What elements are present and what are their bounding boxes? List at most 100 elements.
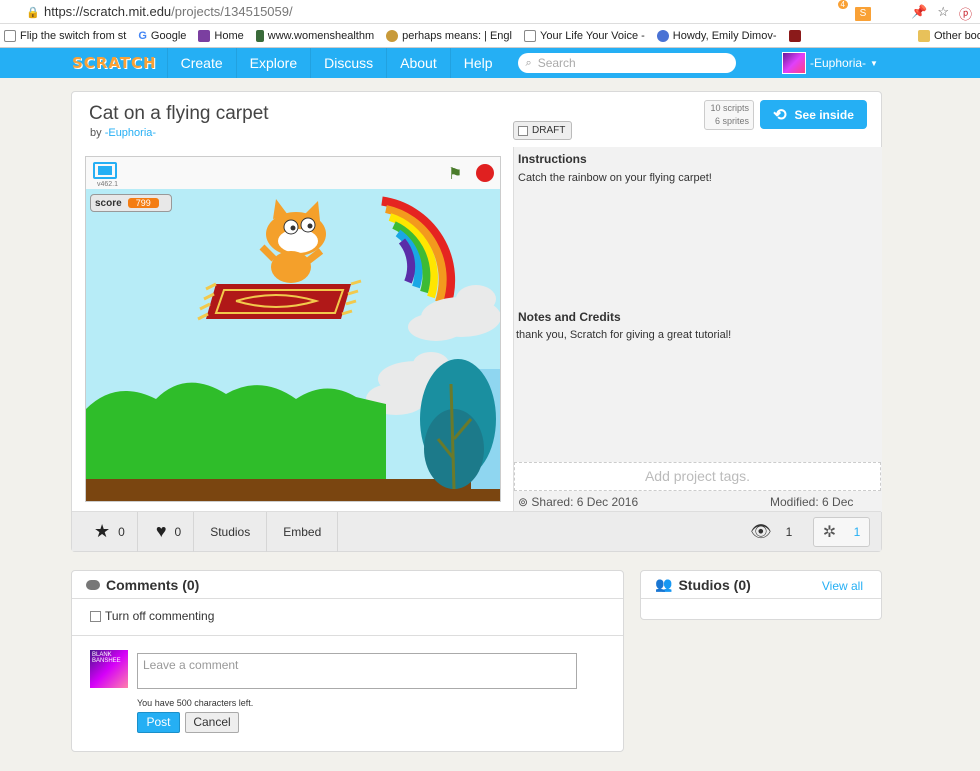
- search-icon: ⌕: [525, 56, 532, 69]
- project-player: v462.1 ⚑ score 799: [85, 156, 501, 502]
- notes-heading: Notes and Credits: [518, 310, 621, 324]
- pin-icon[interactable]: 📌: [911, 4, 927, 23]
- star-icon[interactable]: ☆: [937, 4, 949, 23]
- bookmark-item[interactable]: [788, 29, 805, 42]
- nav-create[interactable]: Create: [166, 48, 236, 78]
- remix-tree-button[interactable]: ✲ 1: [813, 517, 870, 547]
- hills: [86, 382, 386, 485]
- see-inside-icon: ⟲: [773, 106, 787, 124]
- envelope-icon: ✉: [826, 6, 840, 23]
- lock-icon: 🔒: [26, 6, 40, 19]
- studios-button[interactable]: Studios: [194, 511, 268, 552]
- bookmark-item[interactable]: Howdy, Emily Dimov-: [656, 29, 777, 42]
- url-path: /projects/134515059/: [171, 4, 293, 19]
- nav-discuss[interactable]: Discuss: [310, 48, 386, 78]
- remix-tree-icon: ✲: [822, 524, 837, 541]
- bookmark-label: Howdy, Emily Dimov-: [672, 29, 777, 42]
- views-count: 1: [785, 525, 793, 539]
- comment-textarea[interactable]: Leave a comment: [137, 653, 577, 689]
- chevron-down-icon: ▼: [870, 58, 878, 68]
- bookmark-label: www.womenshealthm: [267, 29, 375, 42]
- project-tags-input[interactable]: Add project tags.: [514, 462, 881, 491]
- other-bookmarks[interactable]: Other boo: [918, 29, 980, 42]
- stage-scene: [86, 196, 500, 501]
- carpet-sprite: [197, 279, 362, 321]
- people-icon: 👥: [655, 576, 673, 592]
- love-button[interactable]: ♥ 0: [138, 511, 195, 552]
- views-counter: 👁 1: [750, 522, 792, 542]
- nav-about[interactable]: About: [386, 48, 450, 78]
- pinterest-icon[interactable]: ⓟ: [959, 4, 972, 23]
- fullscreen-icon[interactable]: [93, 162, 117, 179]
- bookmark-item[interactable]: perhaps means: | Engl: [386, 29, 512, 42]
- stop-icon[interactable]: [476, 164, 494, 182]
- project-panel: Cat on a flying carpet by -Euphoria- 10 …: [71, 91, 882, 552]
- url-text[interactable]: https://scratch.mit.edu/projects/1345150…: [44, 4, 293, 19]
- tree-sprite: [420, 359, 500, 490]
- sprites-count: 6 sprites: [714, 116, 749, 126]
- home-icon: [198, 29, 211, 42]
- bookmark-label: Your Life Your Voice -: [540, 29, 645, 42]
- my-stuff-icon[interactable]: S: [854, 6, 872, 22]
- nav-help[interactable]: Help: [449, 48, 506, 78]
- green-flag-icon[interactable]: ⚑: [448, 164, 462, 184]
- messages-button[interactable]: ✉ 4: [826, 0, 848, 24]
- turn-off-commenting[interactable]: Turn off commenting: [90, 609, 214, 623]
- bookmark-item[interactable]: www.womenshealthm: [255, 29, 375, 42]
- avatar: [782, 52, 806, 74]
- scratch-logo[interactable]: SCRATCH: [72, 54, 157, 72]
- turn-off-checkbox[interactable]: [90, 610, 101, 622]
- shared-date-text: Shared: 6 Dec 2016: [531, 495, 639, 509]
- eye-icon: 👁: [750, 522, 772, 541]
- favorite-button[interactable]: ★ 0: [72, 511, 138, 552]
- draft-label: DRAFT: [532, 125, 566, 136]
- bookmark-item[interactable]: Flip the switch from st: [4, 29, 127, 42]
- draft-checkbox[interactable]: [518, 125, 528, 136]
- bookmarks-bar: Flip the switch from st G Google Home www…: [0, 24, 980, 48]
- message-count: 4: [837, 0, 848, 9]
- byline: by -Euphoria-: [90, 127, 156, 139]
- bookmark-item[interactable]: G Google: [138, 30, 186, 42]
- studios-header: 👥 Studios (0) View all: [641, 571, 881, 599]
- author-link[interactable]: -Euphoria-: [105, 127, 156, 139]
- see-inside-button[interactable]: ⟲ See inside: [760, 100, 867, 129]
- stage[interactable]: score 799: [86, 189, 500, 501]
- score-monitor: score 799: [90, 194, 172, 212]
- embed-button[interactable]: Embed: [267, 511, 339, 552]
- remix-count: 1: [853, 525, 861, 539]
- instructions-heading: Instructions: [518, 152, 587, 166]
- turn-off-label: Turn off commenting: [105, 609, 215, 623]
- view-all-link[interactable]: View all: [822, 579, 863, 593]
- user-menu[interactable]: -Euphoria- ▼: [782, 52, 878, 74]
- stats-bar: ★ 0 ♥ 0 Studios Embed 👁 1 ✲ 1: [72, 511, 881, 552]
- nav-explore[interactable]: Explore: [235, 48, 310, 78]
- comment-bubble-icon: [86, 579, 100, 590]
- divider: [72, 635, 623, 636]
- caduceus-icon: [255, 29, 264, 42]
- bookmark-item[interactable]: Your Life Your Voice -: [524, 29, 645, 42]
- studios-box: 👥 Studios (0) View all: [640, 570, 882, 620]
- bookmark-item[interactable]: Home: [198, 29, 244, 42]
- document-icon: [524, 29, 536, 42]
- scripts-count: 10 scripts: [710, 103, 749, 113]
- project-title[interactable]: Cat on a flying carpet: [89, 103, 269, 125]
- script-count: 10 scripts 6 sprites: [704, 100, 754, 130]
- folder-icon: [918, 29, 930, 42]
- bookmark-label: Home: [214, 29, 244, 42]
- studios-heading: Studios (0): [678, 576, 751, 593]
- instructions-text[interactable]: Catch the rainbow on your flying carpet!: [518, 172, 712, 184]
- document-icon: [4, 29, 16, 42]
- username: -Euphoria-: [810, 56, 867, 70]
- project-info: Instructions Catch the rainbow on your f…: [513, 147, 882, 512]
- search-input[interactable]: ⌕ Search: [517, 53, 736, 73]
- profile-icon: [656, 29, 669, 42]
- player-bar: v462.1 ⚑: [86, 157, 500, 189]
- bookmark-label: Flip the switch from st: [20, 29, 127, 42]
- draft-toggle[interactable]: DRAFT: [513, 121, 572, 140]
- comments-box: Comments (0) Turn off commenting BLANK B…: [71, 570, 624, 752]
- post-button[interactable]: Post: [137, 712, 180, 733]
- cancel-button[interactable]: Cancel: [185, 712, 239, 733]
- notes-text[interactable]: thank you, Scratch for giving a great tu…: [516, 329, 731, 341]
- bookmark-label: perhaps means: | Engl: [402, 29, 512, 42]
- cat-sprite: [259, 199, 326, 283]
